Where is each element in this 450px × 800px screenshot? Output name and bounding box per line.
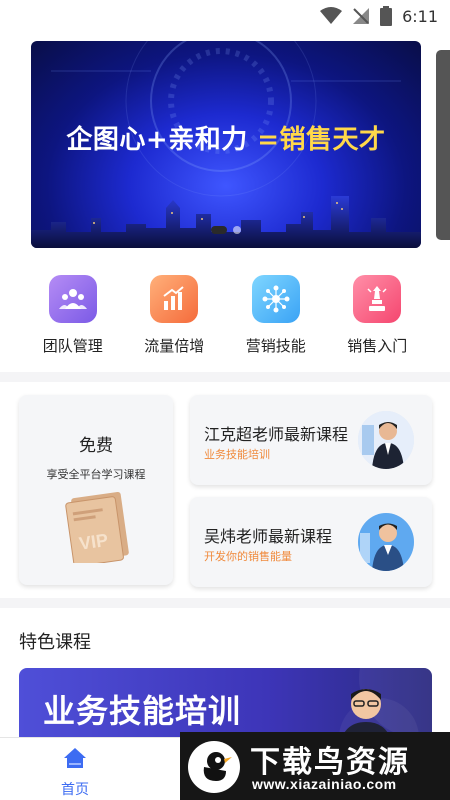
teacher-course-subtitle: 开发你的销售能量: [204, 551, 292, 563]
teacher-avatar: [358, 411, 414, 469]
next-banner-peek[interactable]: [436, 50, 450, 240]
teacher-avatar: [358, 513, 414, 571]
vip-text: VIP: [78, 530, 110, 554]
network-icon: [251, 275, 300, 323]
team-icon: [48, 275, 97, 323]
status-bar: 6:11: [0, 0, 450, 32]
category-sales-intro[interactable]: 销售入门: [332, 275, 422, 365]
watermark-url: www.xiazainiao.com: [252, 776, 397, 792]
category-label: 流量倍增: [144, 338, 205, 355]
category-team-management[interactable]: 团队管理: [28, 275, 118, 365]
featured-courses-heading: 特色课程: [19, 632, 91, 652]
no-signal-icon: [353, 8, 370, 24]
category-marketing-skills[interactable]: 营销技能: [231, 275, 321, 365]
section-divider: [0, 372, 450, 382]
carousel-dot-active: [211, 226, 227, 234]
growth-chart-icon: [150, 275, 199, 323]
teacher-course-card-wu[interactable]: 吴炜老师最新课程 开发你的销售能量: [190, 497, 432, 587]
chess-piece-icon: [353, 275, 402, 323]
battery-icon: [380, 6, 393, 26]
free-vip-card[interactable]: 免费 享受全平台学习课程 VIP: [19, 395, 173, 585]
bird-logo-icon: [188, 741, 240, 793]
nav-home[interactable]: 首页: [44, 746, 106, 799]
home-icon: [64, 748, 86, 768]
teacher-course-card-jiang[interactable]: 江克超老师最新课程 业务技能培训: [190, 395, 432, 485]
watermark-overlay: 下载鸟资源 www.xiazainiao.com: [180, 732, 450, 800]
featured-course-title: 业务技能培训: [43, 692, 242, 730]
teacher-course-subtitle: 业务技能培训: [204, 449, 270, 461]
nav-home-label: 首页: [61, 781, 89, 797]
clock: 6:11: [402, 6, 438, 26]
category-label: 营销技能: [245, 338, 306, 355]
banner-headline: 企图心+亲和力 =销售天才: [66, 125, 386, 155]
city-skyline-image: [31, 196, 421, 248]
watermark-title: 下载鸟资源: [250, 746, 410, 779]
vip-card-image: VIP: [65, 491, 129, 563]
category-traffic-growth[interactable]: 流量倍增: [129, 275, 219, 365]
teacher-course-title: 吴炜老师最新课程: [204, 529, 333, 546]
category-label: 团队管理: [42, 338, 103, 355]
carousel-indicator: [31, 226, 421, 234]
category-label: 销售入门: [347, 338, 408, 355]
section-divider: [0, 598, 450, 608]
category-grid: 团队管理 流量倍增 营销技能 销售入门: [0, 275, 450, 365]
teacher-course-title: 江克超老师最新课程: [204, 427, 349, 444]
carousel-dot: [233, 226, 241, 234]
free-subtitle: 享受全平台学习课程: [46, 469, 146, 481]
free-title: 免费: [79, 436, 113, 455]
wifi-icon: [320, 7, 343, 24]
banner-carousel[interactable]: 企图心+亲和力 =销售天才: [31, 41, 421, 248]
